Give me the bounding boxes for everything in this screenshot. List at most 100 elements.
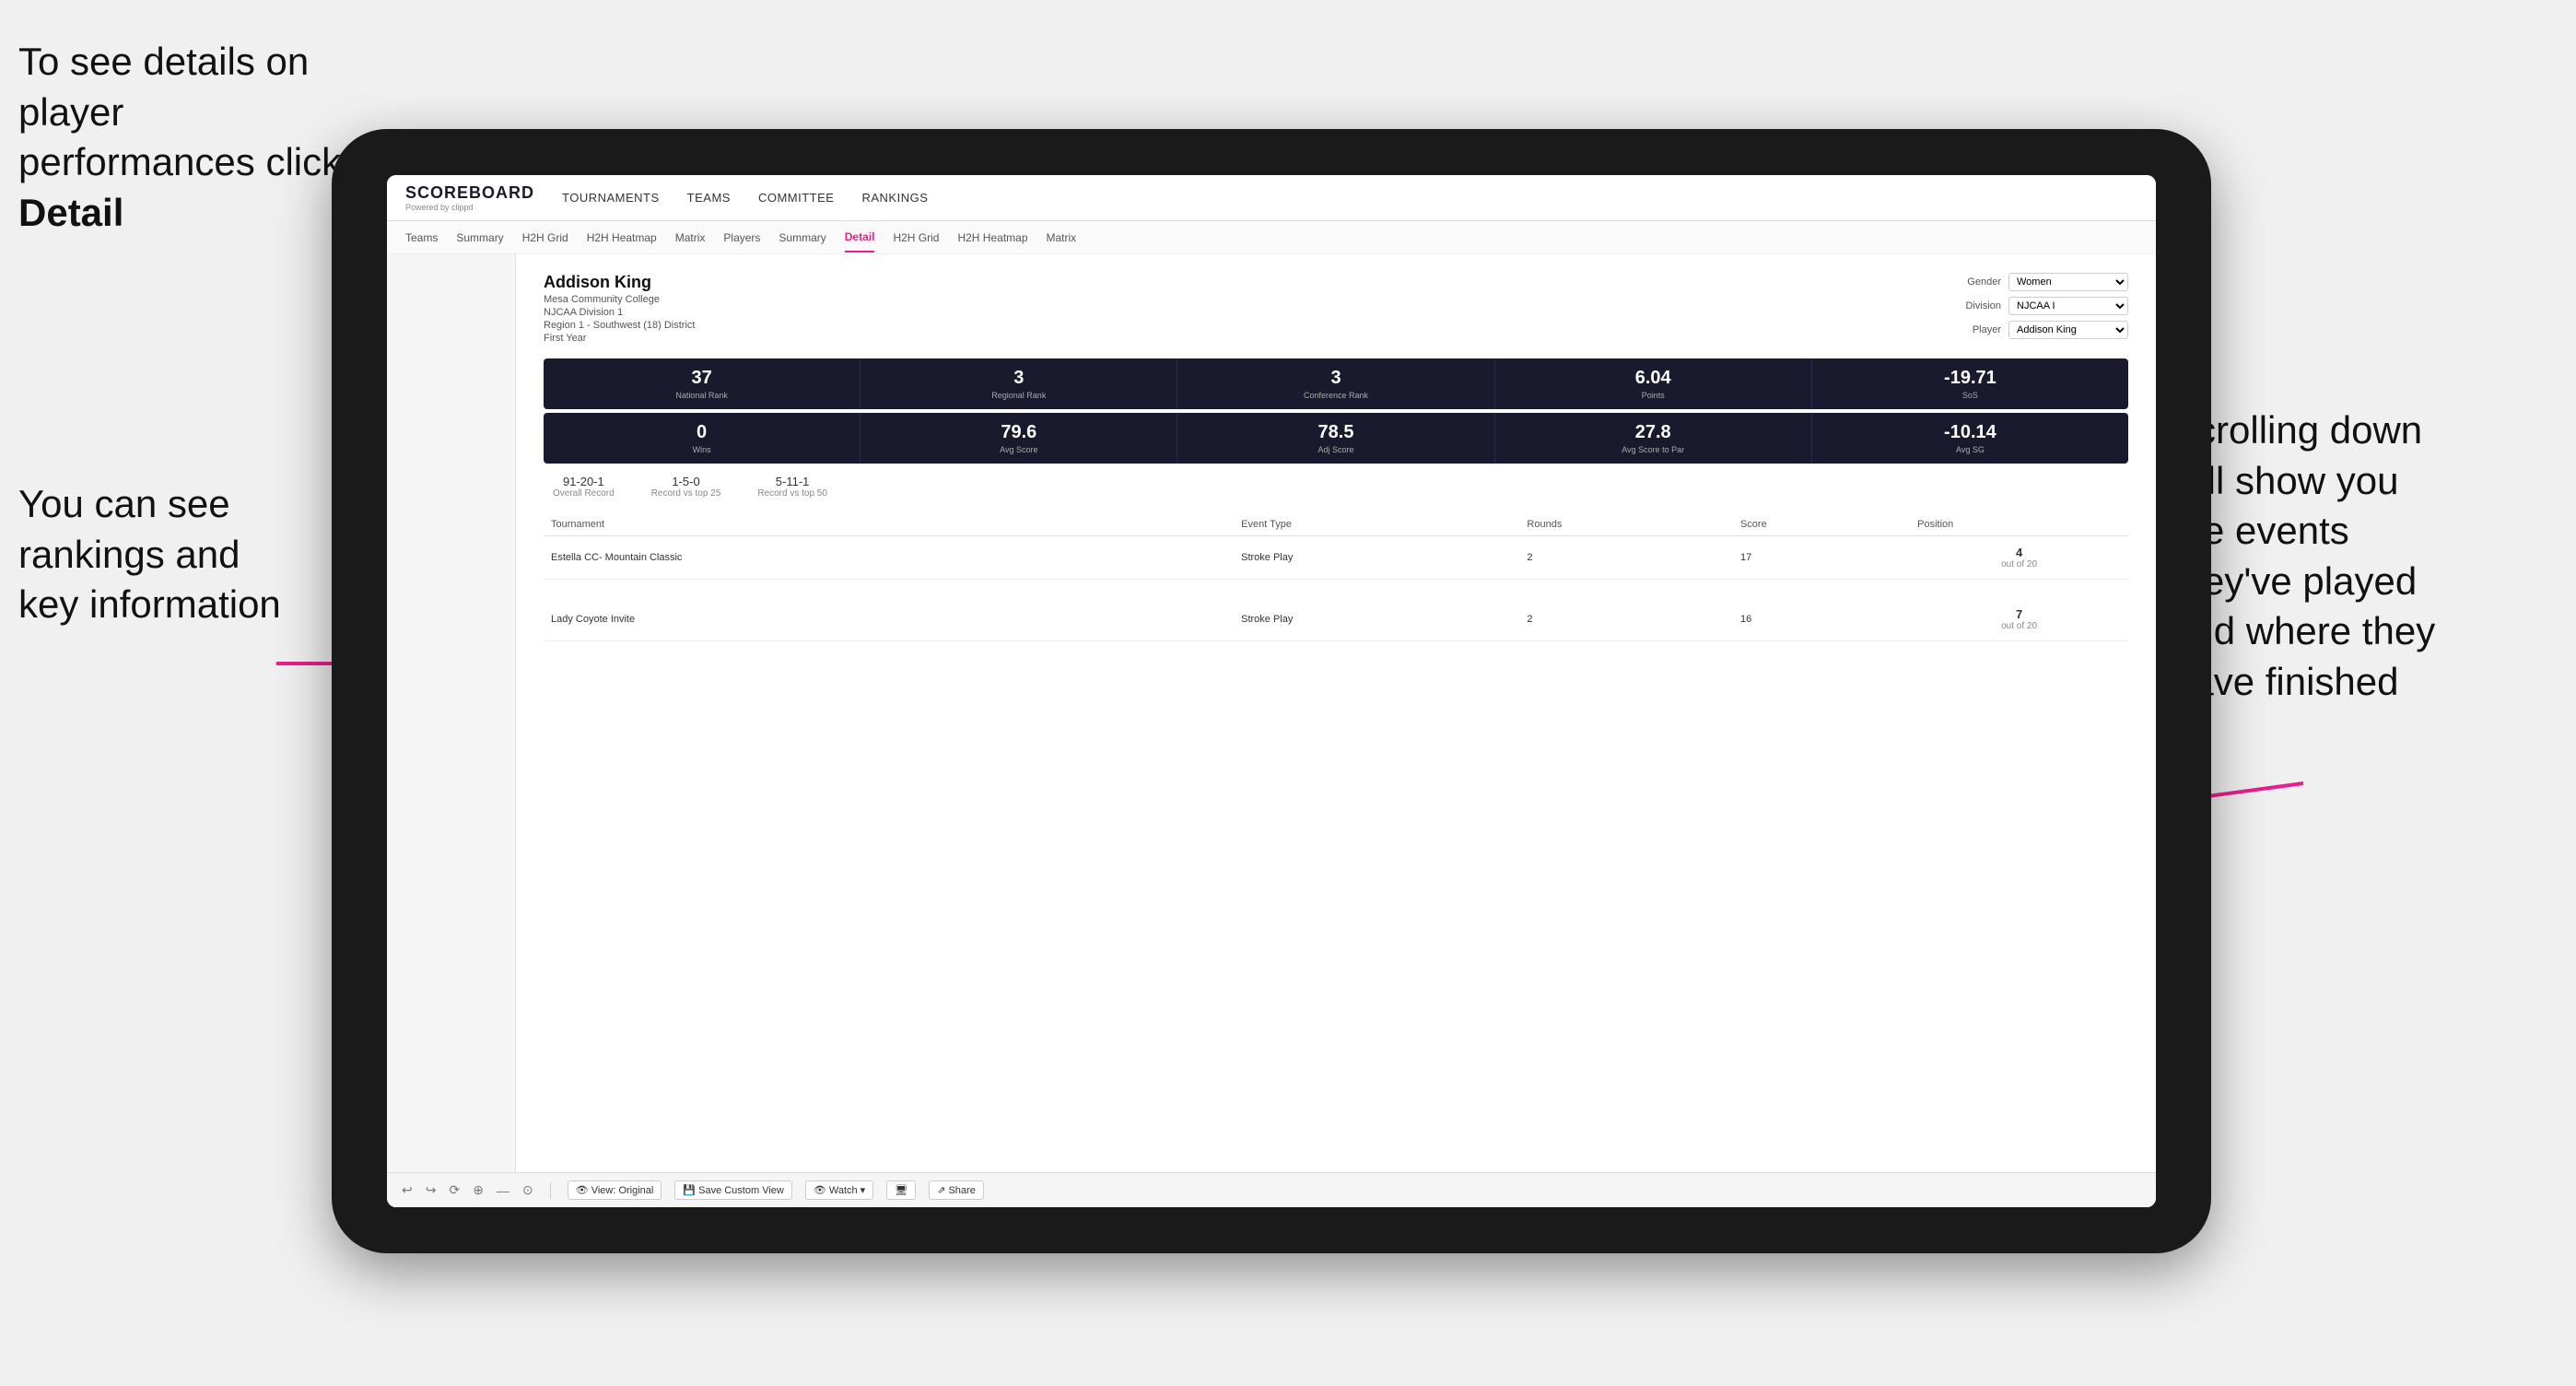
cell-position: 4 out of 20 [1910,536,2128,580]
logo-sub: Powered by clippd [405,203,534,212]
player-division: NJCAA Division 1 [544,307,695,318]
stat-points-label: Points [1503,391,1804,400]
stats-row2: 0 Wins 79.6 Avg Score 78.5 Adj Score 27.… [544,413,2128,464]
stat-national-rank-value: 37 [551,368,852,389]
settings-icon[interactable]: ⊙ [522,1182,533,1198]
division-control: Division NJCAA I NJCAA II [1950,297,2128,315]
minus-icon[interactable]: — [497,1183,509,1198]
stat-avg-score-value: 79.6 [868,422,1169,443]
subnav-detail[interactable]: Detail [845,223,875,253]
col-score: Score [1733,513,1910,536]
nav-committee[interactable]: COMMITTEE [758,186,835,209]
stat-avg-sg-value: -10.14 [1820,422,2121,443]
screen-button[interactable]: 🖥 [886,1180,916,1200]
subnav-players[interactable]: Players [723,224,760,252]
cell-tournament: Lady Coyote Invite [544,598,1170,641]
main-content: Addison King Mesa Community College NJCA… [387,254,2156,1207]
gender-control: Gender Women Men [1950,273,2128,291]
cell-event-type: Stroke Play [1234,536,1519,580]
subnav-teams[interactable]: Teams [405,224,438,252]
annotation-bl2: rankings and [18,533,240,576]
division-label: Division [1950,300,2001,311]
cell-tournament: Estella CC- Mountain Classic [544,536,1170,580]
stat-conference-rank: 3 Conference Rank [1177,358,1494,409]
record-top25: 1-5-0 Record vs top 25 [651,475,721,499]
stat-wins: 0 Wins [544,413,861,464]
annotation-top-left-text: To see details on player performances cl… [18,40,341,183]
tablet-screen: SCOREBOARD Powered by clippd TOURNAMENTS… [387,175,2156,1207]
cell-score: 17 [1733,536,1910,580]
division-select[interactable]: NJCAA I NJCAA II [2008,297,2128,315]
record-overall: 91-20-1 Overall Record [553,475,615,499]
annotation-bottom-left: You can see rankings and key information [18,479,350,630]
sidebar [387,254,516,1207]
stat-national-rank: 37 National Rank [544,358,861,409]
stat-sos: -19.71 SoS [1812,358,2128,409]
table-row-spacer [544,640,2128,659]
stat-avg-sg: -10.14 Avg SG [1812,413,2128,464]
col-rounds: Rounds [1519,513,1733,536]
stat-avg-score-par-label: Avg Score to Par [1503,445,1804,454]
watch-button[interactable]: 👁 Watch ▾ [805,1180,873,1200]
table-row[interactable]: Estella CC- Mountain Classic Stroke Play… [544,536,2128,580]
subnav-h2hgrid[interactable]: H2H Grid [522,224,568,252]
gender-select[interactable]: Women Men [2008,273,2128,291]
stat-sos-label: SoS [1820,391,2121,400]
undo-icon[interactable]: ↩ [402,1182,413,1198]
table-row[interactable]: Lady Coyote Invite Stroke Play 2 16 7 ou… [544,598,2128,641]
save-custom-view-button[interactable]: 💾 Save Custom View [674,1180,791,1200]
stat-conference-rank-label: Conference Rank [1185,391,1486,400]
stat-avg-score-par: 27.8 Avg Score to Par [1495,413,1812,464]
stat-points: 6.04 Points [1495,358,1812,409]
record-overall-value: 91-20-1 [553,475,615,488]
stat-sos-value: -19.71 [1820,368,2121,389]
annotation-top-left: To see details on player performances cl… [18,37,369,238]
player-label: Player [1950,324,2001,335]
subnav-h2hgrid2[interactable]: H2H Grid [893,224,939,252]
stat-adj-score: 78.5 Adj Score [1177,413,1494,464]
subnav-matrix2[interactable]: Matrix [1047,224,1077,252]
gender-label: Gender [1950,276,2001,288]
annotation-top-left-bold: Detail [18,191,123,234]
stat-wins-value: 0 [551,422,852,443]
view-original-button[interactable]: 👁 View: Original [568,1180,662,1200]
player-select[interactable]: Addison King [2008,321,2128,339]
redo-icon[interactable]: ↪ [426,1182,437,1198]
record-overall-label: Overall Record [553,488,615,499]
stat-adj-score-label: Adj Score [1185,445,1486,454]
subnav-h2hheatmap[interactable]: H2H Heatmap [587,224,657,252]
col-empty [1170,513,1234,536]
refresh-icon[interactable]: ⟳ [449,1182,460,1198]
col-event-type: Event Type [1234,513,1519,536]
cell-position: 7 out of 20 [1910,598,2128,641]
nav-tournaments[interactable]: TOURNAMENTS [562,186,660,209]
add-icon[interactable]: ⊕ [473,1182,484,1198]
stat-points-value: 6.04 [1503,368,1804,389]
subnav-matrix[interactable]: Matrix [675,224,706,252]
share-button[interactable]: ⇗ Share [929,1180,984,1200]
save-custom-view-label: 💾 Save Custom View [683,1184,783,1196]
subnav-summary2[interactable]: Summary [779,224,825,252]
nav-items: TOURNAMENTS TEAMS COMMITTEE RANKINGS [562,186,2137,209]
bottom-toolbar: ↩ ↪ ⟳ ⊕ — ⊙ 👁 View: Original 💾 Save Cust… [387,1172,2156,1207]
stat-avg-sg-label: Avg SG [1820,445,2121,454]
stat-avg-score-par-value: 27.8 [1503,422,1804,443]
nav-teams[interactable]: TEAMS [687,186,731,209]
record-top25-value: 1-5-0 [651,475,721,488]
subnav-summary[interactable]: Summary [456,224,503,252]
table-header-row: Tournament Event Type Rounds Score Posit… [544,513,2128,536]
annotation-bl3: key information [18,582,281,626]
cell-rounds: 2 [1519,598,1733,641]
stats-row1: 37 National Rank 3 Regional Rank 3 Confe… [544,358,2128,409]
tablet-frame: SCOREBOARD Powered by clippd TOURNAMENTS… [332,129,2211,1253]
player-name: Addison King [544,273,695,292]
watch-label: 👁 Watch ▾ [814,1184,865,1196]
cell-rounds: 2 [1519,536,1733,580]
col-position: Position [1910,513,2128,536]
player-year: First Year [544,333,695,344]
cell-empty [1170,598,1234,641]
player-header: Addison King Mesa Community College NJCA… [544,273,2128,344]
subnav-h2hheatmap2[interactable]: H2H Heatmap [957,224,1027,252]
toolbar-sep1 [550,1182,551,1199]
nav-rankings[interactable]: RANKINGS [861,186,928,209]
